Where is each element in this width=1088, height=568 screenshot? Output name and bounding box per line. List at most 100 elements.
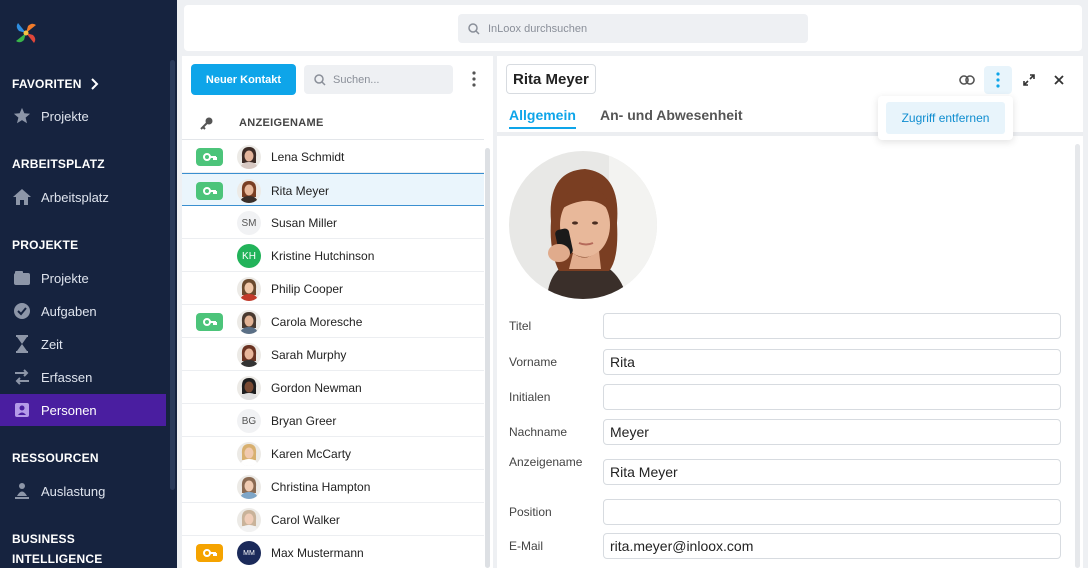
new-contact-button[interactable]: Neuer Kontakt [191, 64, 296, 95]
list-more-options-icon[interactable] [466, 68, 482, 90]
contact-name: Kristine Hutchinson [271, 249, 375, 263]
sidebar-section-projekte: PROJEKTE [12, 238, 79, 252]
close-icon[interactable] [1045, 66, 1073, 94]
avatar [237, 145, 261, 169]
access-key-badge-icon [196, 544, 223, 562]
global-search-input[interactable]: InLoox durchsuchen [458, 14, 808, 43]
sidebar-section-favoriten[interactable]: FAVORITEN [12, 77, 100, 91]
avatar [237, 442, 261, 466]
contact-row[interactable]: Gordon Newman [182, 371, 484, 404]
field-input[interactable]: Rita [603, 349, 1061, 375]
contact-title[interactable]: Rita Meyer [506, 64, 596, 94]
contact-row[interactable]: MM Max Mustermann [182, 536, 484, 568]
avatar: SM [237, 211, 261, 235]
list-search-input[interactable]: Suchen... [304, 65, 453, 94]
more-options-icon[interactable] [984, 66, 1012, 94]
tab-allgemein[interactable]: Allgemein [509, 107, 576, 129]
avatar [237, 310, 261, 334]
field-input[interactable]: Rita Meyer [603, 459, 1061, 485]
avatar-initials: BG [241, 415, 257, 427]
avatar [237, 179, 261, 203]
contact-row[interactable]: Christina Hampton [182, 470, 484, 503]
field-label: Initialen [509, 390, 551, 404]
field-input[interactable] [603, 384, 1061, 410]
contact-row[interactable]: Sarah Murphy [182, 338, 484, 371]
key-icon[interactable] [200, 116, 214, 130]
sidebar-item-projekte[interactable]: Projekte [0, 262, 166, 294]
avatar-initials: SM [241, 217, 257, 229]
contact-card-icon [12, 400, 32, 420]
tab-an-und-abwesenheit[interactable]: An- und Abwesenheit [600, 107, 743, 123]
access-key-badge-icon [196, 148, 223, 166]
contact-name: Carola Moresche [271, 315, 363, 329]
field-input[interactable]: rita.meyer@inloox.com [603, 533, 1061, 559]
contact-name: Karen McCarty [271, 447, 352, 461]
sidebar-section-arbeitsplatz: ARBEITSPLATZ [12, 157, 105, 171]
avatar [237, 376, 261, 400]
list-header: ANZEIGENAME [182, 106, 484, 140]
field-label: Titel [509, 319, 532, 333]
transfer-icon [12, 367, 32, 387]
sidebar-item-auslastung[interactable]: Auslastung [0, 475, 166, 507]
star-icon [12, 106, 32, 126]
avatar: BG [237, 409, 261, 433]
contact-row[interactable]: BG Bryan Greer [182, 404, 484, 437]
expand-icon[interactable] [1015, 66, 1043, 94]
contact-name: Carol Walker [271, 513, 340, 527]
column-header-anzeigename[interactable]: ANZEIGENAME [239, 117, 324, 129]
check-circle-icon [12, 301, 32, 321]
avatar: MM [237, 541, 261, 565]
sidebar-item-aufgaben[interactable]: Aufgaben [0, 295, 166, 327]
field-label: Vorname [509, 355, 558, 369]
contact-row[interactable]: Philip Cooper [182, 272, 484, 305]
inloox-logo-icon[interactable] [13, 20, 39, 46]
person-load-icon [12, 481, 32, 501]
avatar-initials: KH [242, 250, 256, 262]
field-label: Nachname [509, 425, 568, 439]
contact-row[interactable]: Lena Schmidt [182, 140, 484, 173]
field-input[interactable] [603, 313, 1061, 339]
avatar [237, 343, 261, 367]
sidebar-section-ressourcen: RESSOURCEN [12, 451, 99, 465]
list-search-placeholder: Suchen... [333, 73, 380, 86]
contact-name: Lena Schmidt [271, 150, 345, 164]
global-search-placeholder: InLoox durchsuchen [488, 22, 588, 35]
link-icon[interactable] [953, 66, 981, 94]
field-label: E-Mail [509, 539, 544, 553]
contact-row[interactable]: Carol Walker [182, 503, 484, 536]
sidebar-item-fav-projekte[interactable]: Projekte [0, 100, 166, 132]
menu-item-zugriff-entfernen[interactable]: Zugriff entfernen [886, 102, 1005, 134]
contact-row[interactable]: Rita Meyer [182, 173, 484, 206]
sidebar-item-arbeitsplatz[interactable]: Arbeitsplatz [0, 181, 166, 213]
sidebar-item-personen[interactable]: Personen [0, 394, 166, 426]
contact-row[interactable]: SM Susan Miller [182, 206, 484, 239]
contact-name: Christina Hampton [271, 480, 371, 494]
contact-row[interactable]: Carola Moresche [182, 305, 484, 338]
list-scrollbar[interactable] [485, 148, 490, 568]
folder-icon [12, 268, 32, 288]
avatar [237, 475, 261, 499]
home-icon [12, 187, 32, 207]
field-input[interactable] [603, 499, 1061, 525]
avatar: KH [237, 244, 261, 268]
field-label: Position [509, 505, 552, 519]
search-icon [314, 73, 326, 86]
contact-photo[interactable] [509, 151, 657, 299]
sidebar-item-erfassen[interactable]: Erfassen [0, 361, 166, 393]
avatar [237, 508, 261, 532]
detail-scrollbar[interactable] [1075, 144, 1080, 568]
contact-name: Susan Miller [271, 216, 338, 230]
contact-name: Rita Meyer [271, 184, 330, 198]
sidebar: FAVORITEN Projekte ARBEITSPLATZ Arbeitsp… [0, 0, 177, 568]
field-input[interactable]: Meyer [603, 419, 1061, 445]
contact-row[interactable]: Karen McCarty [182, 437, 484, 470]
contact-row[interactable]: KH Kristine Hutchinson [182, 239, 484, 272]
chevron-right-icon [90, 78, 99, 90]
sidebar-item-zeit[interactable]: Zeit [0, 328, 166, 360]
access-key-badge-icon [196, 313, 223, 331]
avatar [237, 277, 261, 301]
sidebar-scrollbar[interactable] [170, 60, 175, 490]
contact-name: Max Mustermann [271, 546, 364, 560]
more-options-menu: Zugriff entfernen [878, 96, 1013, 140]
avatar-initials: MM [243, 549, 255, 557]
